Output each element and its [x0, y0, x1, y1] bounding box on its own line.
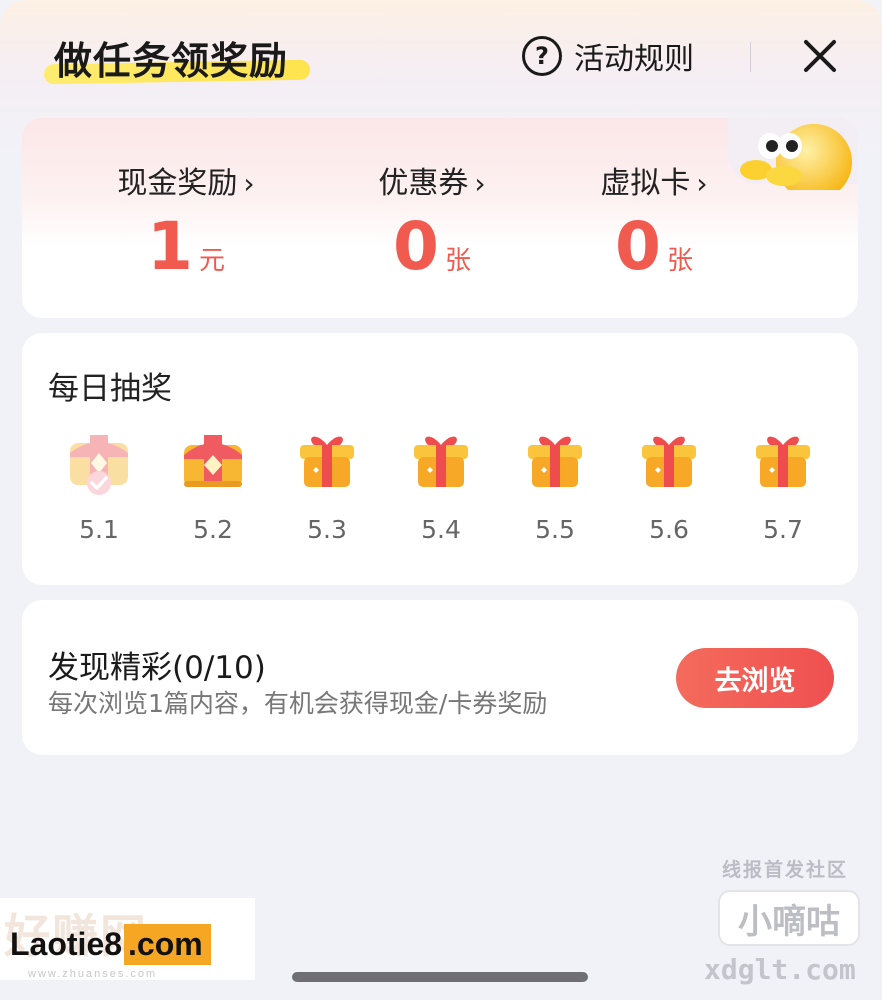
- lottery-day-5-2[interactable]: 5.2: [173, 427, 253, 544]
- mascot-sun-icon: [740, 124, 852, 190]
- reward-virtual-card-value: 0: [615, 208, 661, 285]
- lottery-day-5-6[interactable]: 5.6: [629, 427, 709, 544]
- activity-rules-label: 活动规则: [574, 42, 694, 77]
- lottery-day-label: 5.1: [79, 515, 119, 544]
- close-icon[interactable]: [798, 34, 842, 78]
- header-divider: [750, 42, 751, 72]
- lottery-day-5-5[interactable]: 5.5: [515, 427, 595, 544]
- rewards-summary-card: 现金奖励 › 1 元 优惠券 › 0 张 虚拟卡 › 0 张: [22, 118, 858, 318]
- activity-rules-link[interactable]: ? 活动规则: [522, 36, 694, 77]
- discover-subtitle: 每次浏览1篇内容，有机会获得现金/卡券奖励: [48, 689, 548, 718]
- lottery-day-label: 5.4: [421, 515, 461, 544]
- gift-box-icon: [528, 436, 582, 487]
- daily-lottery-title: 每日抽奖: [48, 371, 172, 407]
- reward-cash-unit: 元: [198, 246, 225, 276]
- watermark-xdglt: xdglt.com: [704, 953, 856, 986]
- reward-cash[interactable]: 现金奖励 › 1 元: [66, 158, 306, 280]
- lottery-day-5-3[interactable]: 5.3: [287, 427, 367, 544]
- page-title: 做任务领奖励: [54, 39, 289, 83]
- gift-box-icon: [414, 436, 468, 487]
- gift-box-icon: [756, 436, 810, 487]
- daily-lottery-card: 每日抽奖 5.1 5.2 5.3 5.4 5.5 5.6 5.7: [22, 333, 858, 585]
- chevron-right-icon: ›: [696, 167, 708, 200]
- chevron-right-icon: ›: [474, 167, 486, 200]
- reward-cash-value: 1: [147, 208, 193, 285]
- reward-coupon[interactable]: 优惠券 › 0 张: [312, 158, 552, 280]
- gift-box-icon: [300, 436, 354, 487]
- reward-virtual-card-unit: 张: [666, 246, 693, 276]
- reward-coupon-label: 优惠券 ›: [378, 166, 486, 201]
- discover-title: 发现精彩(0/10): [48, 650, 266, 686]
- reward-coupon-value: 0: [393, 208, 439, 285]
- watermark-url: www.zhuanses.com: [28, 968, 158, 980]
- task-reward-sheet: 做任务领奖励 ? 活动规则 现金奖励› 1 元 优惠券› 0 张 虚拟卡›: [0, 0, 882, 1000]
- lottery-day-5-1[interactable]: 5.1: [59, 427, 139, 544]
- reward-cash-label: 现金奖励 ›: [117, 166, 255, 201]
- gift-box-icon: [642, 436, 696, 487]
- lottery-day-5-4[interactable]: 5.4: [401, 427, 481, 544]
- lottery-day-label: 5.5: [535, 515, 575, 544]
- treasure-chest-icon: [184, 435, 242, 487]
- discover-task-card: 发现精彩(0/10) 每次浏览1篇内容，有机会获得现金/卡券奖励 去浏览: [22, 600, 858, 755]
- treasure-chest-claimed-icon: [70, 435, 128, 495]
- question-circle-icon: ?: [522, 36, 562, 76]
- lottery-day-label: 5.6: [649, 515, 689, 544]
- lottery-day-5-7[interactable]: 5.7: [743, 427, 823, 544]
- lottery-day-label: 5.3: [307, 515, 347, 544]
- watermark-community-label: 线报首发社区: [722, 859, 849, 881]
- chevron-right-icon: ›: [243, 167, 255, 200]
- watermark-laotie8: 好赚网 Laotie8 .com www.zhuanses.com: [0, 898, 255, 980]
- home-indicator[interactable]: [292, 972, 588, 982]
- lottery-day-label: 5.7: [763, 515, 803, 544]
- browse-button[interactable]: 去浏览: [676, 648, 834, 708]
- watermark-laotie8-logo: Laotie8 .com: [10, 924, 211, 965]
- lottery-day-label: 5.2: [193, 515, 233, 544]
- reward-coupon-unit: 张: [444, 246, 471, 276]
- watermark-xiaodigu: 小嘀咕: [718, 890, 860, 946]
